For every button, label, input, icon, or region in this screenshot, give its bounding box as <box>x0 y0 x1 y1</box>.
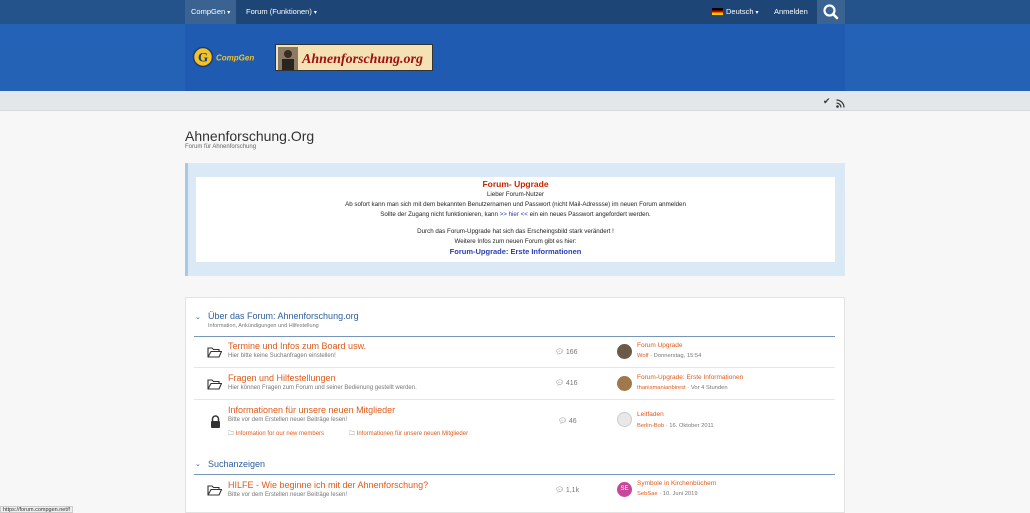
password-reset-link[interactable]: >> hier << <box>500 211 528 218</box>
forum-node-description: Bitte vor dem Erstellen neuer Beiträge l… <box>228 492 348 498</box>
notice-heading: Forum- Upgrade <box>482 179 549 189</box>
top-navigation <box>0 0 1030 24</box>
login-link[interactable]: Anmelden <box>768 0 814 24</box>
subforum-link[interactable]: 🗀︎ Informationen für unsere neuen Mitgli… <box>349 429 468 439</box>
search-icon <box>823 4 839 20</box>
thread-count: 💬︎ 416 <box>555 379 578 387</box>
notice-line-4: Durch das Forum-Upgrade hat sich das Ers… <box>417 228 614 235</box>
language-selector[interactable]: Deutsch ▾ <box>706 0 765 24</box>
german-flag-icon <box>712 8 723 15</box>
comment-icon: 💬︎ <box>555 487 566 494</box>
page-title: Ahnenforschung.Org <box>185 128 315 144</box>
check-icon[interactable]: ✔ <box>823 96 831 107</box>
compgen-logo-icon: G CompGen <box>192 46 254 68</box>
category-collapse-toggle[interactable]: ⌄ <box>195 460 201 468</box>
folder-icon <box>207 345 223 363</box>
row-divider <box>194 367 835 368</box>
notice-line-2: Ab sofort kann man sich mit dem bekannte… <box>345 201 686 208</box>
last-post-time: 16. Oktober 2011 <box>669 423 714 429</box>
svg-text:G: G <box>198 50 208 65</box>
last-post-user[interactable]: Berlin-Bob <box>637 423 664 429</box>
thread-count: 💬︎ 46 <box>558 417 577 425</box>
thread-count-value: 46 <box>568 418 577 425</box>
nav-compgen-label: CompGen <box>191 7 226 16</box>
last-post-time: Vor 4 Stunden <box>690 385 728 391</box>
chevron-down-icon: ▾ <box>227 10 231 16</box>
chevron-down-icon: ▾ <box>313 10 317 16</box>
last-post-user[interactable]: Wolf <box>637 353 649 359</box>
last-post-meta: Berlin-Bob · 16. Oktober 2011 <box>637 423 714 429</box>
forum-node-title[interactable]: HILFE - Wie beginne ich mit der Ahnenfor… <box>228 480 428 490</box>
category-title[interactable]: Über das Forum: Ahnenforschung.org <box>208 311 359 321</box>
subforum-label: Information for our new members <box>235 431 325 437</box>
nav-compgen-menu[interactable]: CompGen ▾ <box>185 0 237 24</box>
nav-forum-label: Forum (Funktionen) <box>246 7 312 16</box>
last-post-meta: thanismanianbirest · Vor 4 Stunden <box>637 385 728 391</box>
thread-count-value: 1,1k <box>565 487 580 494</box>
category-title[interactable]: Suchanzeigen <box>208 459 265 469</box>
thread-count: 💬︎ 1,1k <box>555 486 579 494</box>
forum-node-title[interactable]: Fragen und Hilfestellungen <box>228 373 336 383</box>
page-subtitle: Forum für Ahnenforschung <box>185 144 257 150</box>
last-post-meta: Wolf · Donnerstag, 15:54 <box>637 353 702 359</box>
ahnenforschung-logo-image: Ahnenforschung.org <box>278 47 423 70</box>
thread-count-value: 416 <box>565 380 578 387</box>
language-label: Deutsch <box>726 7 754 16</box>
category-collapse-toggle[interactable]: ⌄ <box>195 313 201 321</box>
lock-icon <box>210 415 221 433</box>
last-post-user[interactable]: SebSae <box>637 491 658 497</box>
login-label: Anmelden <box>774 7 808 16</box>
last-post-time: 10. Juni 2019 <box>662 491 698 497</box>
notice-line-5: Weitere Infos zum neuen Forum gibt es hi… <box>454 238 577 245</box>
last-post-meta: SebSae · 10. Juni 2019 <box>637 491 698 497</box>
thread-count: 💬︎ 166 <box>555 348 578 356</box>
last-post-time: Donnerstag, 15:54 <box>653 353 702 359</box>
forum-node-title[interactable]: Informationen für unsere neuen Mitgliede… <box>228 405 395 415</box>
search-button[interactable] <box>817 0 845 24</box>
folder-icon <box>207 483 223 501</box>
notice-line-3-pre: Sollte der Zugang nicht funktionieren, k… <box>380 211 498 218</box>
last-post-title[interactable]: Symbole in Kirchenbüchern <box>637 480 717 487</box>
subforum-link[interactable]: 🗀︎ Information for our new members <box>228 429 324 439</box>
category-description: Information, Ankündigungen und Hilfestel… <box>208 323 319 329</box>
folder-icon: 🗀︎ <box>228 431 236 437</box>
ahnenforschung-logo-text: Ahnenforschung.org <box>301 52 423 67</box>
notice-line-3: Sollte der Zugang nicht funktionieren, k… <box>196 210 835 220</box>
forum-node-description: Hier können Fragen zum Forum und seiner … <box>228 385 417 391</box>
compgen-logo[interactable]: G CompGen <box>192 46 264 68</box>
avatar[interactable] <box>617 344 632 359</box>
notice-line-1: Lieber Forum-Nutzer <box>486 191 545 198</box>
avatar[interactable] <box>617 412 632 427</box>
browser-status-url: https://forum.compgen.net/f <box>0 506 73 513</box>
ahnenforschung-logo[interactable]: Ahnenforschung.org <box>275 44 433 71</box>
comment-icon: 💬︎ <box>558 418 569 425</box>
forum-node-title[interactable]: Termine und Infos zum Board usw. <box>228 341 366 351</box>
last-post-title[interactable]: Leitfaden <box>637 411 664 418</box>
folder-icon <box>207 377 223 395</box>
forum-node-description: Bitte vor dem Erstellen neuer Beiträge l… <box>228 417 348 423</box>
subforum-label: Informationen für unsere neuen Mitgliede… <box>356 431 469 437</box>
compgen-logo-text: CompGen <box>216 54 254 63</box>
comment-icon: 💬︎ <box>555 349 566 356</box>
last-post-title[interactable]: Forum Upgrade <box>637 342 683 349</box>
thread-count-value: 166 <box>565 349 578 356</box>
last-post-user[interactable]: thanismanianbirest <box>637 385 686 391</box>
chevron-down-icon: ▾ <box>755 10 759 16</box>
nav-forum-menu[interactable]: Forum (Funktionen) ▾ <box>240 0 323 24</box>
avatar[interactable]: SE <box>617 482 632 497</box>
notice-line-3-post: ein ein neues Passwort angefordert werde… <box>529 211 651 218</box>
folder-icon: 🗀︎ <box>349 431 357 437</box>
upgrade-info-link[interactable]: Forum-Upgrade: Erste Informationen <box>196 247 835 257</box>
forum-node-description: Hier bitte keine Suchanfragen einstellen… <box>228 353 336 359</box>
category-divider <box>194 336 835 337</box>
sub-navigation-bar <box>0 91 1030 111</box>
avatar[interactable] <box>617 376 632 391</box>
last-post-title[interactable]: Forum-Upgrade: Erste Informationen <box>637 374 743 381</box>
header-banner <box>0 24 1030 91</box>
row-divider <box>194 399 835 400</box>
notice-content: Forum- Upgrade Lieber Forum-Nutzer Ab so… <box>196 177 835 262</box>
category-divider <box>194 474 835 475</box>
comment-icon: 💬︎ <box>555 380 566 387</box>
